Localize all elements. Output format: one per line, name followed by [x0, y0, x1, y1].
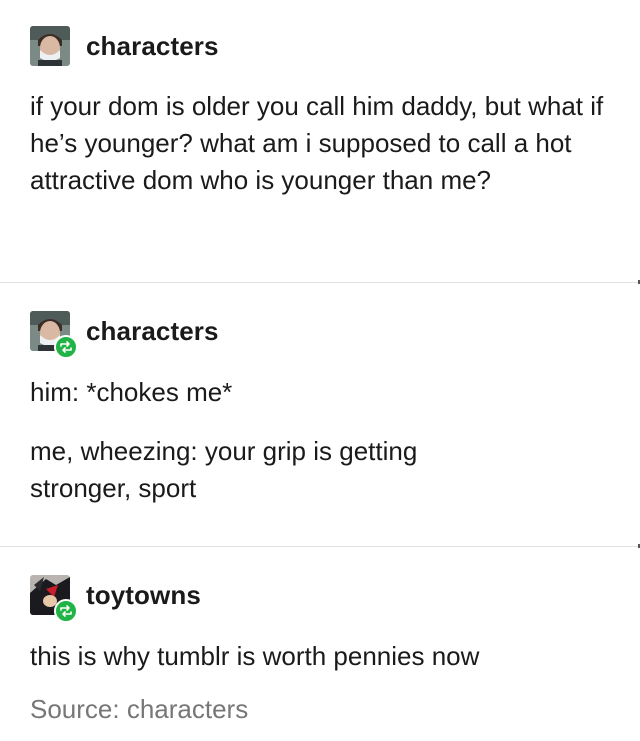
post-username[interactable]: characters — [86, 316, 219, 347]
post-username[interactable]: toytowns — [86, 580, 201, 611]
avatar-characters[interactable] — [30, 311, 78, 359]
post-username[interactable]: characters — [86, 31, 219, 62]
avatar-image — [30, 26, 70, 66]
post-body: this is why tumblr is worth pennies now — [30, 638, 610, 675]
reblog-icon — [54, 599, 78, 623]
post-2: characters him: *chokes me* me, wheezing… — [0, 283, 640, 546]
post-body: him: *chokes me* me, wheezing: your grip… — [30, 374, 610, 507]
post-header: characters — [30, 26, 219, 66]
post-body: if your dom is older you call him daddy,… — [30, 88, 610, 199]
avatar-toytowns[interactable] — [30, 575, 78, 623]
post-3: toytowns this is why tumblr is worth pen… — [0, 547, 640, 741]
post-1: characters if your dom is older you call… — [0, 0, 640, 283]
post-paragraph: this is why tumblr is worth pennies now — [30, 641, 480, 671]
post-header: characters — [30, 311, 219, 359]
post-paragraph: me, wheezing: your grip is getting stron… — [30, 436, 418, 503]
reblog-icon — [54, 335, 78, 359]
avatar-characters[interactable] — [30, 26, 70, 66]
post-paragraph: him: *chokes me* — [30, 377, 233, 407]
post-header: toytowns — [30, 575, 201, 623]
post-paragraph: if your dom is older you call him daddy,… — [30, 91, 604, 195]
source-link[interactable]: Source: characters — [30, 694, 248, 725]
